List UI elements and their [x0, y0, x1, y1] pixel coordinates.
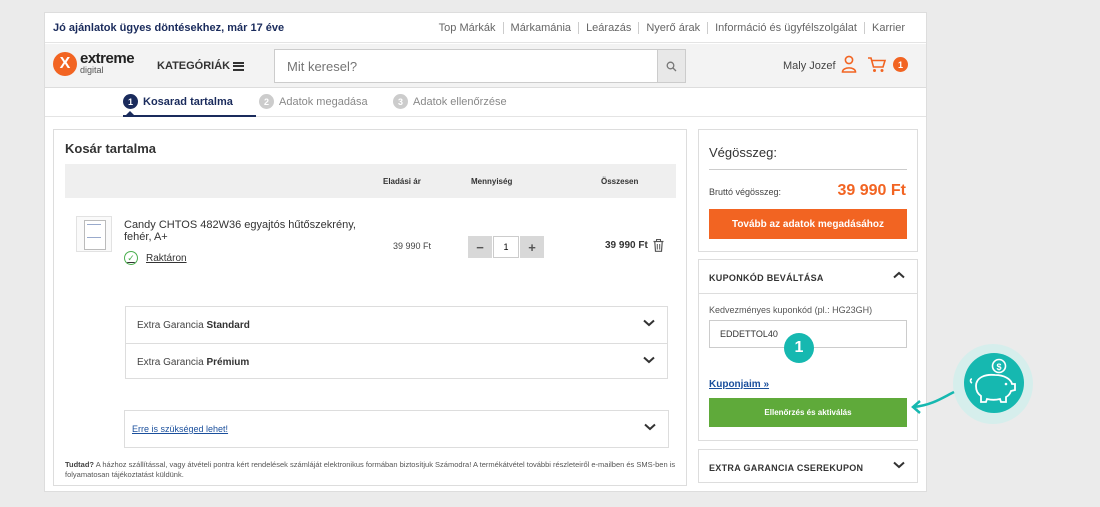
user-icon[interactable] [841, 55, 857, 78]
step-number: 1 [123, 94, 138, 109]
step-cart[interactable]: 1 Kosarad tartalma [123, 94, 233, 109]
search-box [274, 49, 686, 83]
step-number: 3 [393, 94, 408, 109]
top-link-nyero-arak[interactable]: Nyerő árak [638, 22, 707, 34]
unit-price: 39 990 Ft [393, 241, 432, 251]
search-input[interactable] [275, 50, 645, 82]
tagline: Jó ajánlatok ügyes döntésekhez, már 17 é… [53, 22, 285, 34]
stock-label: Raktáron [146, 252, 187, 264]
gross-total-label: Bruttó végösszeg: [709, 187, 782, 197]
top-link-karrier[interactable]: Karrier [863, 22, 912, 34]
cart-panel: Kosár tartalma Eladási ár Mennyiség Össz… [53, 129, 687, 486]
step-marker-badge: 1 [784, 333, 814, 363]
active-step-caret [126, 111, 134, 115]
coupon-header[interactable]: KUPONKÓD BEVÁLTÁSA [699, 260, 917, 294]
step-review[interactable]: 3 Adatok ellenőrzése [393, 94, 507, 109]
warranty-options: Extra Garancia Standard Extra Garancia P… [125, 306, 668, 379]
chevron-down-icon [643, 356, 655, 364]
top-link-markamania[interactable]: Márkamánia [502, 22, 579, 34]
summary-title: Végösszeg: [709, 145, 777, 160]
warranty-premium[interactable]: Extra Garancia Prémium [126, 343, 667, 379]
recommendations-link[interactable]: Erre is szükséged lehet! [132, 424, 228, 434]
gross-total-value: 39 990 Ft [837, 182, 906, 199]
quantity-input[interactable] [493, 236, 519, 258]
col-quantity: Mennyiség [471, 177, 513, 186]
warranty-name: Standard [206, 320, 250, 331]
step-label: Adatok megadása [279, 95, 368, 108]
page-frame: Jó ajánlatok ügyes döntésekhez, már 17 é… [44, 12, 927, 492]
cart-title: Kosár tartalma [65, 141, 157, 156]
coupon-heading: KUPONKÓD BEVÁLTÁSA [709, 273, 824, 283]
stock-status: ✓ Raktáron [124, 251, 187, 265]
warranty-standard[interactable]: Extra Garancia Standard [126, 307, 667, 343]
search-icon [666, 61, 677, 71]
step-data[interactable]: 2 Adatok megadása [259, 94, 368, 109]
chevron-down-icon [643, 319, 655, 327]
cart-count-badge[interactable]: 1 [893, 57, 908, 72]
checkout-steps: 1 Kosarad tartalma 2 Adatok megadása 3 A… [45, 89, 926, 117]
step-label: Kosarad tartalma [143, 95, 233, 108]
product-name[interactable]: Candy CHTOS 482W36 egyajtós hűtőszekrény… [124, 219, 364, 243]
summary-panel: Végösszeg: Bruttó végösszeg: 39 990 Ft T… [698, 129, 918, 252]
top-link-learazas[interactable]: Leárazás [578, 22, 638, 34]
step-label: Adatok ellenőrzése [413, 95, 507, 108]
info-note: Tudtad? A házhoz szállítással, vagy átvé… [65, 460, 680, 480]
pointer-arrow-icon [911, 390, 955, 414]
chevron-up-icon [893, 271, 905, 279]
extra-warranty-coupon-panel[interactable]: EXTRA GARANCIA CSEREKUPON [698, 449, 918, 483]
product-image[interactable] [76, 216, 112, 252]
svg-text:$: $ [996, 362, 1001, 372]
top-links: Top Márkák Márkamánia Leárazás Nyerő ára… [432, 22, 912, 34]
categories-menu[interactable]: KATEGÓRIÁK [157, 60, 245, 72]
col-total: Összesen [601, 177, 639, 186]
header: X extreme digital KATEGÓRIÁK Maly Jozef … [45, 44, 926, 88]
trash-icon[interactable] [653, 239, 664, 257]
user-name[interactable]: Maly Jozef [783, 60, 836, 72]
divider [709, 169, 907, 170]
cart-icon[interactable] [867, 56, 887, 78]
piggy-bank-circle: $ [964, 353, 1024, 413]
step-number: 2 [259, 94, 274, 109]
piggy-bank-glyph: $ [969, 358, 1016, 403]
hamburger-icon [233, 61, 245, 71]
activate-coupon-button[interactable]: Ellenőrzés és aktiválás [709, 398, 907, 427]
extra-warranty-heading: EXTRA GARANCIA CSEREKUPON [709, 463, 864, 473]
chevron-down-icon [644, 423, 656, 431]
coupon-label: Kedvezményes kuponkód (pl.: HG23GH) [709, 305, 873, 315]
logo-text: extreme digital [80, 51, 135, 75]
top-bar: Jó ajánlatok ügyes döntésekhez, már 17 é… [45, 13, 926, 43]
logo-mark-icon: X [53, 52, 77, 76]
search-button[interactable] [657, 50, 685, 82]
coupon-panel: KUPONKÓD BEVÁLTÁSA Kedvezményes kuponkód… [698, 259, 918, 441]
warranty-name: Prémium [206, 357, 250, 368]
decrease-quantity-button[interactable]: − [468, 236, 492, 258]
top-link-informacio[interactable]: Információ és ügyfélszolgálat [707, 22, 864, 34]
top-link-top-markak[interactable]: Top Márkák [432, 22, 503, 34]
col-unit-price: Eladási ár [383, 177, 421, 186]
check-circle-icon: ✓ [124, 251, 138, 265]
my-coupons-link[interactable]: Kuponjaim » [709, 379, 769, 390]
logo-main: extreme [80, 49, 135, 67]
note-bold: Tudtad? [65, 460, 95, 469]
note-text: A házhoz szállítással, vagy átvételi pon… [65, 460, 676, 479]
logo[interactable]: X extreme digital [53, 51, 135, 76]
line-total: 39 990 Ft [605, 240, 648, 251]
cart-table-header: Eladási ár Mennyiség Összesen [65, 164, 676, 198]
recommendations-accordion[interactable]: Erre is szükséged lehet! [124, 410, 669, 448]
piggy-bank-icon: $ [953, 344, 1033, 424]
chevron-down-icon [893, 461, 905, 469]
warranty-prefix: Extra Garancia [137, 320, 207, 331]
increase-quantity-button[interactable]: + [520, 236, 544, 258]
continue-button[interactable]: Tovább az adatok megadásához [709, 209, 907, 239]
active-step-underline [123, 115, 256, 117]
quantity-stepper: − + [468, 236, 544, 258]
warranty-prefix: Extra Garancia [137, 357, 207, 368]
categories-label: KATEGÓRIÁK [157, 60, 231, 72]
